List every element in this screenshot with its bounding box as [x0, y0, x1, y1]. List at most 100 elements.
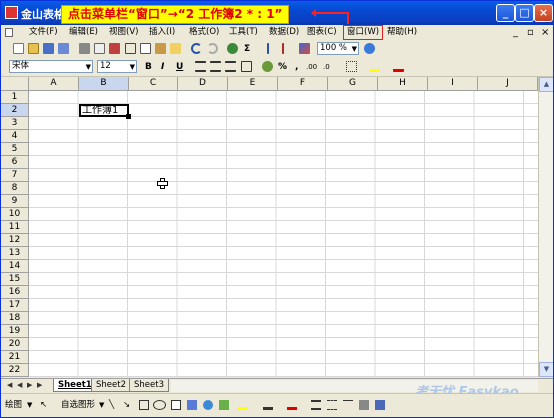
row-header[interactable]: 3: [1, 117, 29, 130]
menu-view[interactable]: 视图(V): [109, 26, 138, 39]
scroll-up-icon[interactable]: ▲: [539, 77, 553, 92]
row-header[interactable]: 8: [1, 182, 29, 195]
menu-data[interactable]: 数据(D): [269, 26, 299, 39]
copy-icon[interactable]: [140, 43, 151, 54]
row-header[interactable]: 10: [1, 208, 29, 221]
align-right-icon[interactable]: [225, 61, 236, 72]
select-all-corner[interactable]: [1, 77, 29, 91]
column-header[interactable]: F: [278, 77, 328, 91]
line-icon[interactable]: ╲: [109, 400, 114, 411]
help-icon[interactable]: [364, 43, 375, 54]
undo-icon[interactable]: [191, 43, 202, 54]
currency-icon[interactable]: [262, 61, 273, 72]
new-document-icon[interactable]: [13, 43, 24, 54]
shadow-icon[interactable]: [359, 400, 369, 410]
active-cell-b2[interactable]: 工作簿1: [79, 104, 129, 117]
font-name-select[interactable]: 宋体 ▼: [9, 60, 93, 73]
menu-insert[interactable]: 插入(I): [149, 26, 175, 39]
autoshapes-button[interactable]: 自选图形: [61, 400, 95, 411]
menu-window[interactable]: 窗口(W): [343, 25, 384, 40]
ellipse-icon[interactable]: [153, 400, 166, 410]
row-header[interactable]: 15: [1, 273, 29, 286]
menu-format[interactable]: 格式(O): [189, 26, 219, 39]
row-header[interactable]: 4: [1, 130, 29, 143]
font-color-draw-icon[interactable]: [287, 400, 297, 410]
save-as-icon[interactable]: [58, 43, 69, 54]
paste-icon[interactable]: [155, 43, 166, 54]
save-icon[interactable]: [43, 43, 54, 54]
column-header[interactable]: G: [328, 77, 378, 91]
row-header[interactable]: 5: [1, 143, 29, 156]
row-header[interactable]: 7: [1, 169, 29, 182]
row-header[interactable]: 22: [1, 364, 29, 377]
print-preview-icon[interactable]: [94, 43, 105, 54]
increase-decimal-button[interactable]: .00: [306, 61, 317, 73]
maximize-button[interactable]: □: [515, 4, 534, 22]
row-header[interactable]: 9: [1, 195, 29, 208]
column-header-selected[interactable]: B: [79, 77, 129, 91]
column-header[interactable]: A: [29, 77, 79, 91]
column-header[interactable]: J: [478, 77, 538, 91]
row-header[interactable]: 14: [1, 260, 29, 273]
align-left-icon[interactable]: [195, 61, 206, 72]
font-color-icon[interactable]: [393, 61, 404, 72]
bold-button[interactable]: B: [145, 61, 152, 73]
arrow-icon[interactable]: ↘: [123, 400, 130, 411]
first-sheet-icon[interactable]: ◀: [7, 381, 12, 389]
menu-help[interactable]: 帮助(H): [387, 26, 417, 39]
row-header[interactable]: 16: [1, 286, 29, 299]
sort-descending-icon[interactable]: [282, 43, 293, 54]
cut-icon[interactable]: [125, 43, 136, 54]
sheet-tab-2[interactable]: Sheet2: [91, 379, 131, 392]
redo-icon[interactable]: [207, 43, 218, 54]
row-header[interactable]: 1: [1, 91, 29, 104]
sheet-tab-3[interactable]: Sheet3: [129, 379, 169, 392]
picture-icon[interactable]: [219, 400, 229, 410]
scroll-down-icon[interactable]: ▼: [539, 362, 553, 377]
row-header[interactable]: 12: [1, 234, 29, 247]
percent-button[interactable]: %: [278, 61, 287, 73]
vertical-scrollbar[interactable]: ▲ ▼: [538, 77, 553, 377]
close-button[interactable]: ×: [534, 4, 553, 22]
column-header[interactable]: H: [378, 77, 428, 91]
font-size-select[interactable]: 12 ▼: [97, 60, 137, 73]
underline-button[interactable]: U: [176, 61, 183, 73]
row-header[interactable]: 11: [1, 221, 29, 234]
row-header[interactable]: 20: [1, 338, 29, 351]
row-header-selected[interactable]: 2: [1, 104, 29, 117]
autosum-button[interactable]: Σ: [244, 43, 250, 55]
chart-wizard-icon[interactable]: [299, 43, 310, 54]
sort-ascending-icon[interactable]: [267, 43, 278, 54]
minimize-button[interactable]: _: [496, 4, 515, 22]
clipart-icon[interactable]: [203, 400, 213, 410]
merge-center-icon[interactable]: [241, 61, 252, 72]
wordart-icon[interactable]: [187, 400, 197, 410]
3d-style-icon[interactable]: [375, 400, 385, 410]
cell-grid[interactable]: [29, 91, 538, 377]
prev-sheet-icon[interactable]: ◀: [17, 381, 22, 389]
decrease-decimal-button[interactable]: .0: [323, 61, 330, 73]
italic-button[interactable]: I: [161, 61, 164, 73]
last-sheet-icon[interactable]: ▶: [37, 381, 42, 389]
row-header[interactable]: 13: [1, 247, 29, 260]
column-header[interactable]: D: [178, 77, 228, 91]
open-folder-icon[interactable]: [28, 43, 39, 54]
column-header[interactable]: I: [428, 77, 478, 91]
draw-menu-button[interactable]: 绘图: [5, 400, 22, 411]
row-header[interactable]: 18: [1, 312, 29, 325]
line-style-icon[interactable]: [311, 400, 321, 410]
menu-chart[interactable]: 图表(C): [307, 26, 337, 39]
menu-edit[interactable]: 编辑(E): [69, 26, 98, 39]
column-header[interactable]: C: [129, 77, 178, 91]
dash-style-icon[interactable]: [327, 400, 337, 410]
print-icon[interactable]: [79, 43, 90, 54]
rectangle-icon[interactable]: [139, 400, 149, 410]
borders-icon[interactable]: [346, 61, 357, 72]
column-header[interactable]: E: [228, 77, 278, 91]
zoom-select[interactable]: 100 % ▼: [317, 42, 359, 55]
format-painter-icon[interactable]: [170, 43, 181, 54]
align-center-icon[interactable]: [210, 61, 221, 72]
row-header[interactable]: 6: [1, 156, 29, 169]
menu-file[interactable]: 文件(F): [29, 26, 58, 39]
select-pointer-icon[interactable]: ↖: [40, 400, 47, 411]
